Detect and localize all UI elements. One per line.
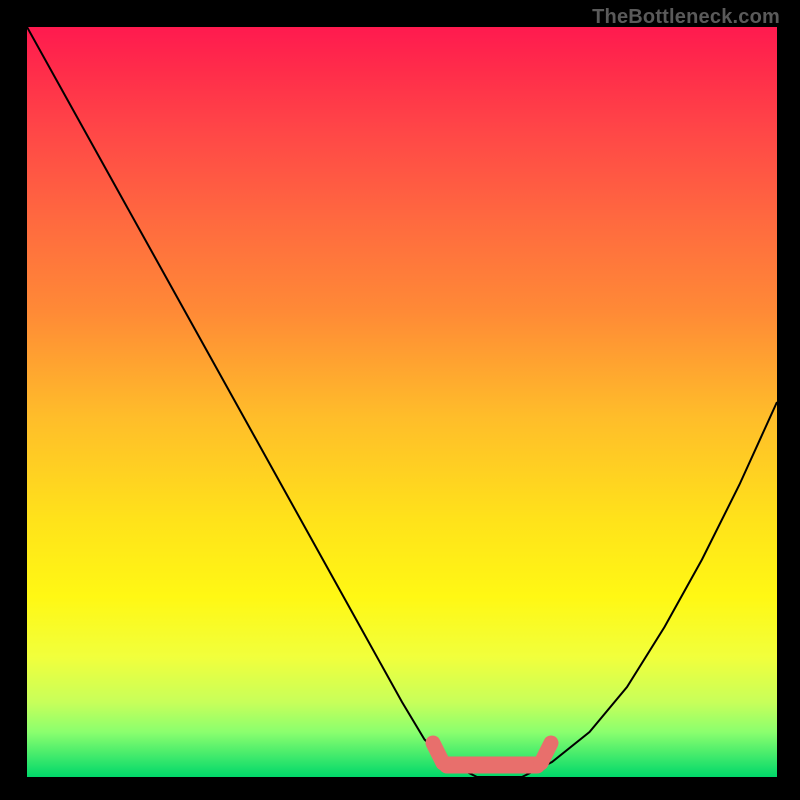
left-tick (433, 743, 443, 763)
watermark-text: TheBottleneck.com (592, 6, 780, 29)
right-tick (541, 743, 551, 763)
curve-path (27, 27, 777, 777)
plot-area (27, 27, 777, 777)
bottleneck-curve (27, 27, 777, 777)
chart-frame: TheBottleneck.com (0, 0, 800, 800)
